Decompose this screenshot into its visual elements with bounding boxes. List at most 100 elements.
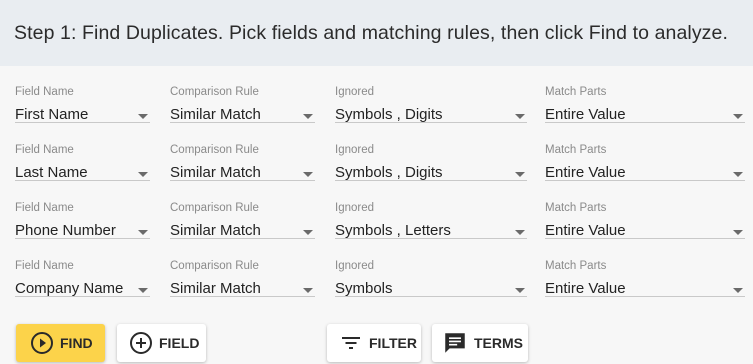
field-name-value: First Name (15, 106, 89, 123)
filter-list-icon (339, 331, 363, 355)
ignored-label: Ignored (335, 86, 375, 98)
page-header: Step 1: Find Duplicates. Pick fields and… (0, 0, 753, 66)
dropdown-arrow-icon (515, 288, 525, 293)
dropdown-arrow-icon (515, 172, 525, 177)
underline (335, 180, 527, 181)
underline (335, 238, 527, 239)
dropdown-arrow-icon (733, 114, 743, 119)
match-parts-select[interactable]: Match Parts Entire Value (545, 240, 745, 298)
underline (15, 238, 150, 239)
ignored-select[interactable]: Ignored Symbols , Digits (335, 66, 527, 124)
field-name-select[interactable]: Field Name Phone Number (15, 182, 150, 240)
comparison-rule-select[interactable]: Comparison Rule Similar Match (170, 66, 315, 124)
underline (545, 180, 745, 181)
dropdown-arrow-icon (515, 230, 525, 235)
dropdown-arrow-icon (303, 114, 313, 119)
ignored-value: Symbols (335, 280, 393, 297)
underline (545, 238, 745, 239)
match-parts-value: Entire Value (545, 164, 626, 181)
match-parts-select[interactable]: Match Parts Entire Value (545, 182, 745, 240)
ignored-value: Symbols , Letters (335, 222, 451, 239)
dropdown-arrow-icon (515, 114, 525, 119)
underline (335, 122, 527, 123)
dropdown-arrow-icon (138, 172, 148, 177)
dropdown-arrow-icon (138, 288, 148, 293)
match-parts-label: Match Parts (545, 144, 607, 156)
find-button[interactable]: FIND (16, 324, 105, 362)
dropdown-arrow-icon (733, 288, 743, 293)
underline (545, 122, 745, 123)
ignored-value: Symbols , Digits (335, 164, 443, 181)
comparison-rule-select[interactable]: Comparison Rule Similar Match (170, 124, 315, 182)
comparison-rule-value: Similar Match (170, 106, 261, 123)
rule-row: Field Name Phone Number Comparison Rule … (0, 182, 753, 240)
comparison-rule-label: Comparison Rule (170, 260, 259, 272)
comparison-rule-value: Similar Match (170, 164, 261, 181)
rules-list: Field Name First Name Comparison Rule Si… (0, 66, 753, 298)
comment-box-icon (442, 330, 468, 356)
underline (170, 296, 315, 297)
underline (170, 238, 315, 239)
filter-button[interactable]: FILTER (327, 324, 421, 362)
underline (170, 180, 315, 181)
ignored-select[interactable]: Ignored Symbols , Letters (335, 182, 527, 240)
dropdown-arrow-icon (303, 288, 313, 293)
field-name-select[interactable]: Field Name Company Name (15, 240, 150, 298)
field-name-value: Last Name (15, 164, 88, 181)
field-name-label: Field Name (15, 144, 74, 156)
rule-row: Field Name First Name Comparison Rule Si… (0, 66, 753, 124)
underline (15, 122, 150, 123)
action-bar: FIND FIELD FILTER TERMS (0, 324, 753, 364)
field-name-label: Field Name (15, 86, 74, 98)
match-parts-value: Entire Value (545, 280, 626, 297)
match-parts-label: Match Parts (545, 260, 607, 272)
match-parts-value: Entire Value (545, 222, 626, 239)
ignored-label: Ignored (335, 202, 375, 214)
field-name-label: Field Name (15, 202, 74, 214)
field-name-value: Phone Number (15, 222, 116, 239)
comparison-rule-label: Comparison Rule (170, 202, 259, 214)
comparison-rule-label: Comparison Rule (170, 86, 259, 98)
comparison-rule-label: Comparison Rule (170, 144, 259, 156)
ignored-select[interactable]: Ignored Symbols , Digits (335, 124, 527, 182)
ignored-label: Ignored (335, 144, 375, 156)
comparison-rule-value: Similar Match (170, 280, 261, 297)
field-name-select[interactable]: Field Name First Name (15, 66, 150, 124)
underline (170, 122, 315, 123)
add-field-button-label: FIELD (159, 335, 200, 351)
ignored-label: Ignored (335, 260, 375, 272)
comparison-rule-select[interactable]: Comparison Rule Similar Match (170, 182, 315, 240)
rule-row: Field Name Company Name Comparison Rule … (0, 240, 753, 298)
match-parts-select[interactable]: Match Parts Entire Value (545, 66, 745, 124)
field-name-select[interactable]: Field Name Last Name (15, 124, 150, 182)
dropdown-arrow-icon (303, 172, 313, 177)
terms-button[interactable]: TERMS (432, 324, 528, 362)
find-button-label: FIND (60, 335, 93, 351)
dropdown-arrow-icon (138, 114, 148, 119)
dropdown-arrow-icon (733, 230, 743, 235)
match-parts-label: Match Parts (545, 202, 607, 214)
play-circle-icon (30, 331, 54, 355)
comparison-rule-value: Similar Match (170, 222, 261, 239)
dropdown-arrow-icon (138, 230, 148, 235)
field-name-value: Company Name (15, 280, 124, 297)
add-field-button[interactable]: FIELD (117, 324, 206, 362)
comparison-rule-select[interactable]: Comparison Rule Similar Match (170, 240, 315, 298)
field-name-label: Field Name (15, 260, 74, 272)
underline (335, 296, 527, 297)
underline (15, 296, 150, 297)
filter-button-label: FILTER (369, 335, 417, 351)
rule-row: Field Name Last Name Comparison Rule Sim… (0, 124, 753, 182)
match-parts-value: Entire Value (545, 106, 626, 123)
dropdown-arrow-icon (303, 230, 313, 235)
match-parts-label: Match Parts (545, 86, 607, 98)
terms-button-label: TERMS (474, 335, 523, 351)
add-circle-icon (129, 331, 153, 355)
ignored-value: Symbols , Digits (335, 106, 443, 123)
dropdown-arrow-icon (733, 172, 743, 177)
ignored-select[interactable]: Ignored Symbols (335, 240, 527, 298)
underline (545, 296, 745, 297)
match-parts-select[interactable]: Match Parts Entire Value (545, 124, 745, 182)
underline (15, 180, 150, 181)
page-title: Step 1: Find Duplicates. Pick fields and… (14, 21, 728, 44)
